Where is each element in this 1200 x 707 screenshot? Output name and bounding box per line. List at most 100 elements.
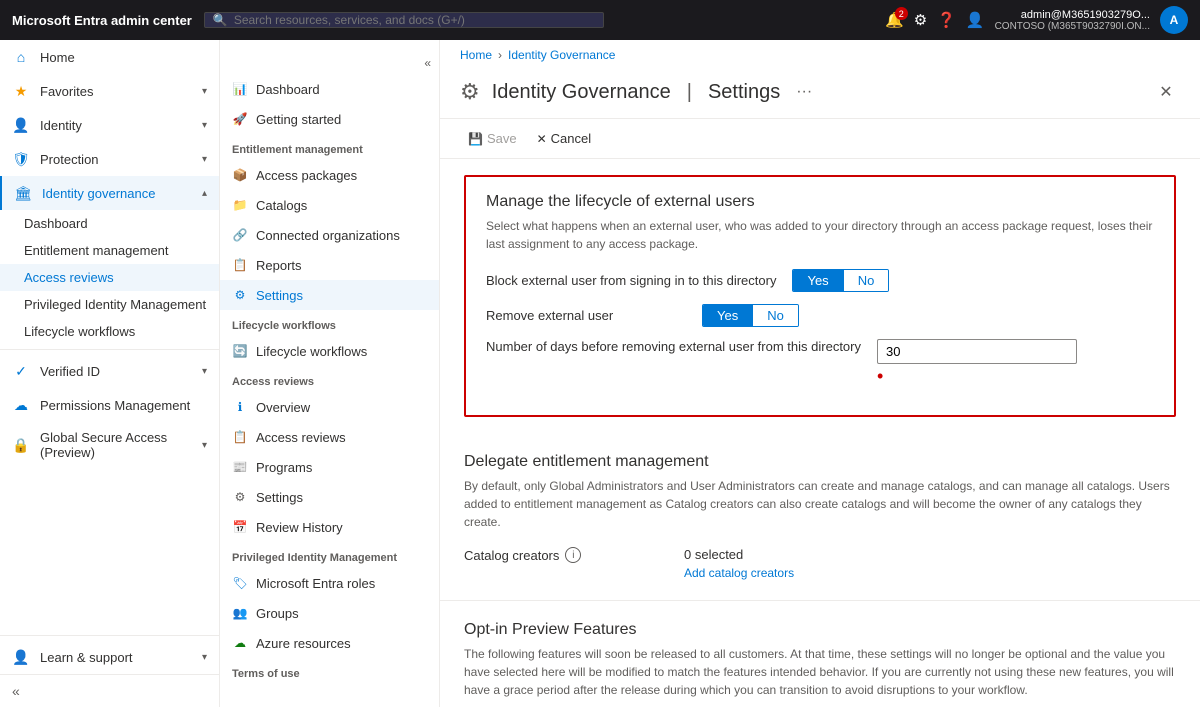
chevron-down-icon: ▾ <box>202 86 207 97</box>
add-catalog-creators-link[interactable]: Add catalog creators <box>684 566 794 580</box>
block-external-yes[interactable]: Yes <box>793 270 843 291</box>
secondary-item-getting-started[interactable]: 🚀 Getting started <box>220 104 439 134</box>
page-header-icon: ⚙ <box>460 79 480 105</box>
notification-badge: 2 <box>895 7 908 20</box>
secondary-item-catalogs[interactable]: 📁 Catalogs <box>220 190 439 220</box>
remove-external-yes[interactable]: Yes <box>703 305 753 326</box>
secondary-item-label: Access packages <box>256 168 357 183</box>
topbar-brand: Microsoft Entra admin center <box>12 13 192 28</box>
chevron-down-icon: ▾ <box>202 440 207 451</box>
optin-section: Opt-in Preview Features The following fe… <box>440 601 1200 707</box>
secondary-item-label: Catalogs <box>256 198 307 213</box>
secondary-item-entra-roles[interactable]: 🏷 Microsoft Entra roles <box>220 568 439 598</box>
page-header-subtitle: Settings <box>708 81 780 104</box>
sidebar-item-label: Global Secure Access (Preview) <box>40 430 192 460</box>
sidebar-item-identity[interactable]: 👤 Identity ▾ <box>0 108 219 142</box>
sidebar-divider <box>0 349 219 350</box>
optin-desc: The following features will soon be rele… <box>464 645 1176 699</box>
breadcrumb-home[interactable]: Home <box>460 48 492 62</box>
breadcrumb-identity-governance[interactable]: Identity Governance <box>508 48 615 62</box>
remove-external-no[interactable]: No <box>753 305 798 326</box>
days-remove-input[interactable] <box>877 339 1077 364</box>
secondary-item-dashboard[interactable]: 📊 Dashboard <box>220 74 439 104</box>
page-header-title: Identity Governance <box>492 81 671 104</box>
global-secure-icon: 🔒 <box>12 436 30 454</box>
secondary-item-reports[interactable]: 📋 Reports <box>220 250 439 280</box>
save-button[interactable]: 💾 Save <box>460 127 525 150</box>
close-button[interactable]: ✕ <box>1152 78 1180 106</box>
secondary-item-connected-orgs[interactable]: 🔗 Connected organizations <box>220 220 439 250</box>
secondary-item-label: Azure resources <box>256 636 351 651</box>
sidebar-item-protection[interactable]: 🛡 Protection ▾ <box>0 142 219 176</box>
sidebar-item-home[interactable]: ⌂ Home <box>0 40 219 74</box>
settings-icon[interactable]: ⚙ <box>914 11 927 29</box>
search-input[interactable] <box>234 13 595 27</box>
sidebar-sub-item-lifecycle[interactable]: Lifecycle workflows <box>0 318 219 345</box>
secondary-item-settings-ar[interactable]: ⚙ Settings <box>220 482 439 512</box>
cancel-button[interactable]: ✕ Cancel <box>529 127 600 150</box>
avatar[interactable]: A <box>1160 6 1188 34</box>
section-label-lifecycle: Lifecycle workflows <box>220 310 439 336</box>
sidebar-sub-item-access-reviews[interactable]: Access reviews <box>0 264 219 291</box>
required-indicator: • <box>877 366 1077 387</box>
secondary-item-label: Programs <box>256 460 312 475</box>
delegate-title: Delegate entitlement management <box>464 453 1176 471</box>
catalogs-icon: 📁 <box>232 197 248 213</box>
breadcrumb-separator: › <box>498 48 502 62</box>
secondary-item-label: Getting started <box>256 112 341 127</box>
collapse-sidebar-icon[interactable]: « <box>12 683 20 699</box>
secondary-item-azure-resources[interactable]: ☁ Azure resources <box>220 628 439 658</box>
block-external-row: Block external user from signing in to t… <box>486 269 1154 292</box>
secondary-item-label: Settings <box>256 490 303 505</box>
sidebar-sub-label: Dashboard <box>24 216 88 231</box>
secondary-item-groups[interactable]: 👥 Groups <box>220 598 439 628</box>
sidebar-item-identity-governance[interactable]: 🏛 Identity governance ▴ <box>0 176 219 210</box>
sidebar-item-verified-id[interactable]: ✓ Verified ID ▾ <box>0 354 219 388</box>
sidebar-item-favorites[interactable]: ★ Favorites ▾ <box>0 74 219 108</box>
feedback-icon[interactable]: 👤 <box>966 11 985 29</box>
more-options-button[interactable]: ··· <box>796 83 812 101</box>
remove-external-row: Remove external user Yes No <box>486 304 1154 327</box>
access-reviews-icon: 📋 <box>232 429 248 445</box>
block-external-toggle[interactable]: Yes No <box>792 269 889 292</box>
secondary-item-lifecycle[interactable]: 🔄 Lifecycle workflows <box>220 336 439 366</box>
secondary-item-label: Access reviews <box>256 430 346 445</box>
sidebar-item-learn[interactable]: 👤 Learn & support ▾ <box>0 640 219 674</box>
sidebar-item-global-secure[interactable]: 🔒 Global Secure Access (Preview) ▾ <box>0 422 219 468</box>
access-packages-icon: 📦 <box>232 167 248 183</box>
collapse-secondary-icon[interactable]: « <box>420 52 435 74</box>
topbar: Microsoft Entra admin center 🔍 🔔 2 ⚙ ❓ 👤… <box>0 0 1200 40</box>
sidebar-sub-item-pim[interactable]: Privileged Identity Management <box>0 291 219 318</box>
lifecycle-section-wrapper: Manage the lifecycle of external users S… <box>440 159 1200 433</box>
block-external-no[interactable]: No <box>844 270 889 291</box>
getting-started-icon: 🚀 <box>232 111 248 127</box>
help-icon[interactable]: ❓ <box>937 11 956 29</box>
review-history-icon: 📅 <box>232 519 248 535</box>
secondary-item-review-history[interactable]: 📅 Review History <box>220 512 439 542</box>
sidebar-item-label: Protection <box>40 152 99 167</box>
secondary-item-settings[interactable]: ⚙ Settings <box>220 280 439 310</box>
search-box[interactable]: 🔍 <box>204 12 604 28</box>
section-label-terms: Terms of use <box>220 658 439 684</box>
sidebar-bottom-divider <box>0 635 219 636</box>
catalog-info-icon[interactable]: i <box>565 547 581 563</box>
notifications-icon[interactable]: 🔔 2 <box>885 11 904 29</box>
remove-external-toggle[interactable]: Yes No <box>702 304 799 327</box>
chevron-down-icon: ▾ <box>202 120 207 131</box>
dashboard-icon: 📊 <box>232 81 248 97</box>
left-sidebar: ⌂ Home ★ Favorites ▾ 👤 Identity ▾ 🛡 Prot… <box>0 40 220 707</box>
secondary-item-programs[interactable]: 📰 Programs <box>220 452 439 482</box>
catalog-count: 0 selected <box>684 547 794 562</box>
sidebar-sub-item-entitlement[interactable]: Entitlement management <box>0 237 219 264</box>
cancel-icon: ✕ <box>537 132 547 146</box>
chevron-up-icon: ▴ <box>202 188 207 199</box>
secondary-item-access-packages[interactable]: 📦 Access packages <box>220 160 439 190</box>
lifecycle-icon: 🔄 <box>232 343 248 359</box>
delegate-section: Delegate entitlement management By defau… <box>440 433 1200 601</box>
section-label-entitlement: Entitlement management <box>220 134 439 160</box>
topbar-icons: 🔔 2 ⚙ ❓ 👤 admin@M3651903279O... CONTOSO … <box>885 6 1188 34</box>
sidebar-sub-item-dashboard[interactable]: Dashboard <box>0 210 219 237</box>
sidebar-item-permissions[interactable]: ☁ Permissions Management <box>0 388 219 422</box>
secondary-item-access-reviews[interactable]: 📋 Access reviews <box>220 422 439 452</box>
secondary-item-overview[interactable]: ℹ Overview <box>220 392 439 422</box>
